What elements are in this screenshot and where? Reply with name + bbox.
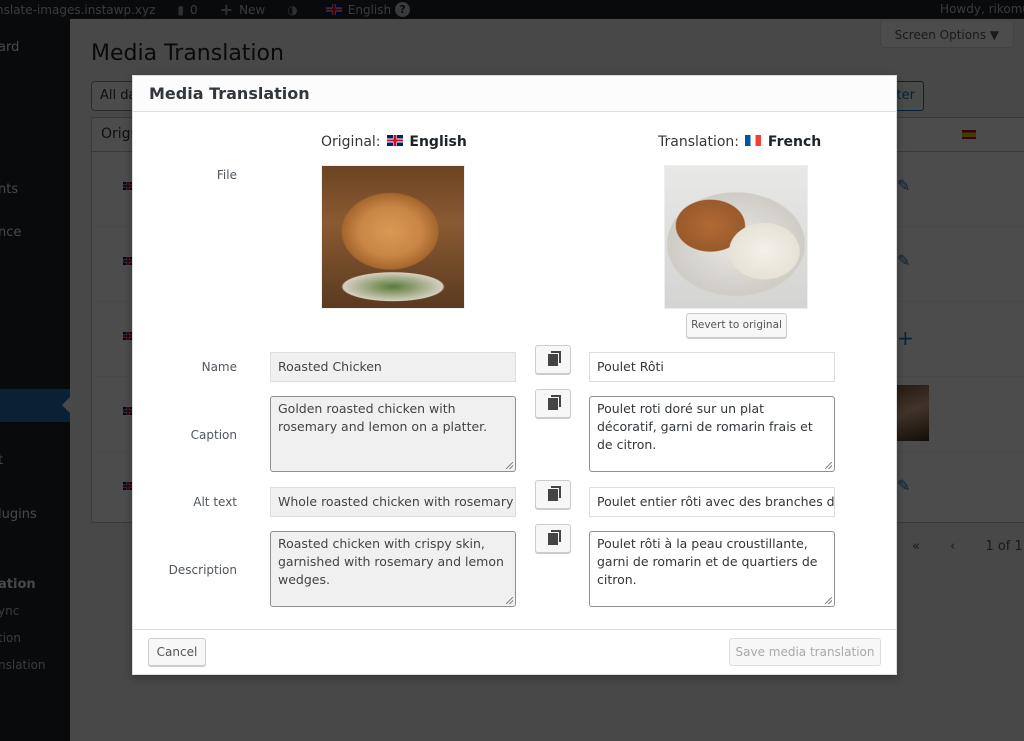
translated-description-text: Poulet rôti à la peau croustillante, gar… (597, 536, 818, 587)
resize-handle[interactable] (506, 597, 513, 604)
uk-flag-icon (386, 135, 403, 146)
revert-to-original-button[interactable]: Revert to original (686, 313, 787, 338)
translated-caption-text: Poulet roti doré sur un plat décoratif, … (597, 401, 813, 452)
original-description-text: Roasted chicken with crispy skin, garnis… (278, 536, 504, 587)
media-translation-dialog: Media Translation Original: English Tran… (132, 75, 897, 675)
copy-icon-front (548, 398, 558, 410)
dialog-footer: Cancel Save media translation (133, 629, 896, 674)
resize-handle[interactable] (825, 597, 832, 604)
dialog-title: Media Translation (149, 84, 310, 103)
translated-description-textarea[interactable]: Poulet rôti à la peau croustillante, gar… (589, 531, 835, 607)
cancel-button[interactable]: Cancel (148, 638, 206, 666)
original-column-header: Original: English (321, 134, 467, 150)
translated-caption-textarea[interactable]: Poulet roti doré sur un plat décoratif, … (589, 396, 835, 472)
file-label: File (216, 168, 237, 182)
original-alt-text-field: Whole roasted chicken with rosemary and (270, 487, 516, 517)
copy-icon-front (548, 533, 558, 545)
caption-label: Caption (190, 428, 237, 442)
save-media-translation-button[interactable]: Save media translation (729, 638, 881, 666)
translation-prefix: Translation: (658, 134, 739, 150)
original-caption-field: Golden roasted chicken with rosemary and… (270, 396, 516, 472)
translated-image[interactable] (664, 165, 808, 309)
copy-name-button[interactable] (535, 345, 571, 374)
french-flag-icon (745, 135, 762, 146)
original-image (321, 165, 465, 309)
alt-text-label: Alt text (193, 495, 237, 509)
copy-caption-button[interactable] (535, 389, 571, 418)
original-language: English (409, 134, 467, 150)
copy-icon-front (548, 489, 558, 501)
translated-name-input[interactable]: Poulet Rôti (589, 352, 835, 382)
copy-alt-text-button[interactable] (535, 480, 571, 509)
name-label: Name (201, 360, 237, 374)
translation-language: French (767, 134, 822, 150)
original-prefix: Original: (321, 134, 381, 150)
resize-handle[interactable] (506, 462, 513, 469)
original-name-field: Roasted Chicken (270, 352, 516, 382)
description-label: Description (168, 563, 237, 577)
translated-alt-text-input[interactable]: Poulet entier rôti avec des branches de … (589, 487, 835, 517)
original-caption-text: Golden roasted chicken with rosemary and… (278, 401, 488, 434)
original-description-field: Roasted chicken with crispy skin, garnis… (270, 531, 516, 607)
copy-description-button[interactable] (535, 524, 571, 553)
copy-icon-front (548, 354, 558, 366)
translation-column-header: Translation: French (658, 134, 821, 150)
resize-handle[interactable] (825, 462, 832, 469)
dialog-header: Media Translation (133, 76, 896, 112)
